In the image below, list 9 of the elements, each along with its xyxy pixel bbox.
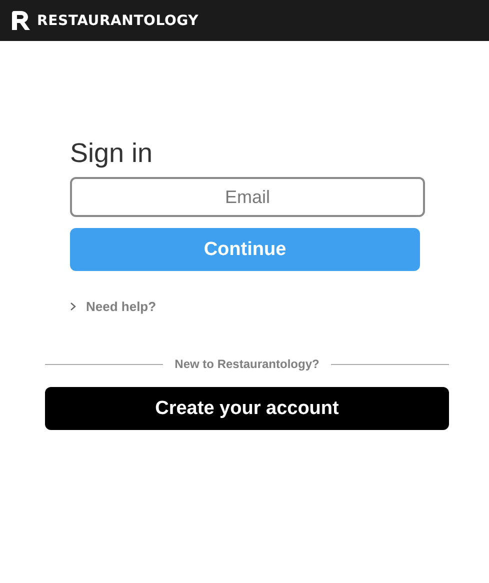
divider-label: New to Restaurantology? <box>174 357 320 371</box>
page-title: Sign in <box>70 138 154 169</box>
brand-name: RESTAURANTOLOGY <box>37 12 199 28</box>
create-account-button[interactable]: Create your account <box>45 387 449 430</box>
email-field[interactable]: Email <box>70 177 425 217</box>
chevron-icon <box>70 302 76 311</box>
continue-button[interactable]: Continue <box>70 228 420 271</box>
help-link[interactable]: Need help? <box>86 299 156 314</box>
logo-icon <box>11 11 31 30</box>
